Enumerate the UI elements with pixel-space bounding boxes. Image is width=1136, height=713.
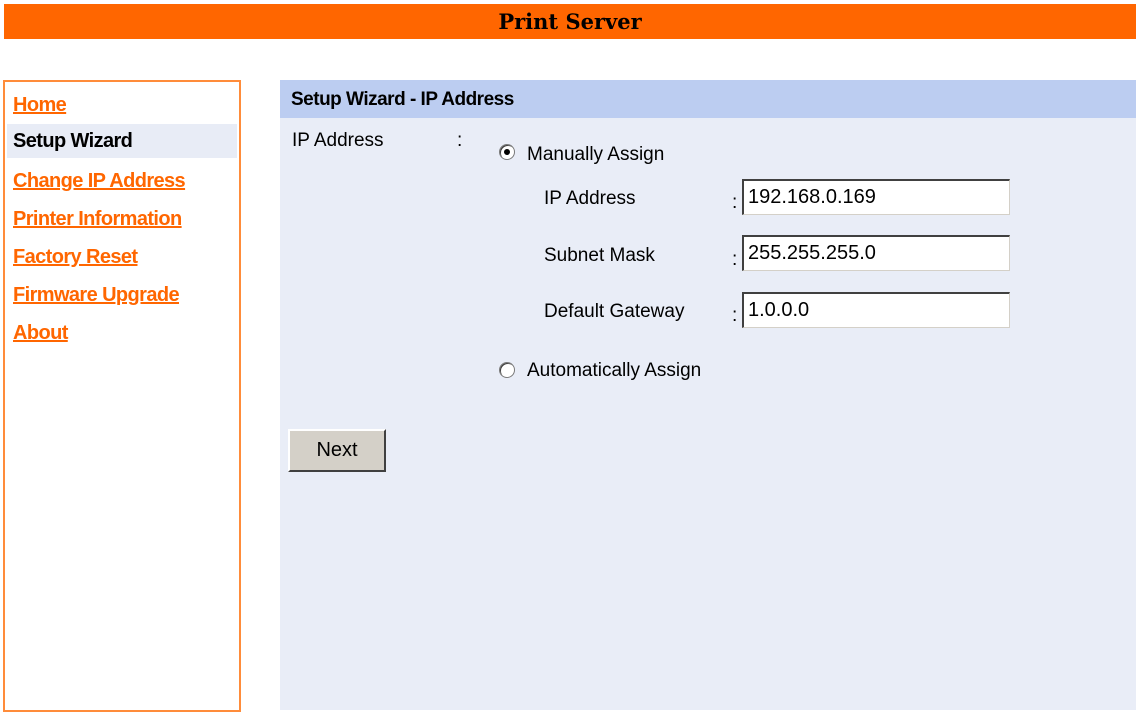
radio-selected-dot xyxy=(504,149,510,155)
manual-assign-radio[interactable] xyxy=(499,144,515,160)
panel-title: Setup Wizard - IP Address xyxy=(291,89,514,110)
ip-address-label: IP Address xyxy=(544,188,636,209)
auto-assign-radio[interactable] xyxy=(499,362,515,378)
sidebar-item-label: Setup Wizard xyxy=(13,130,133,152)
ip-address-section-label: IP Address xyxy=(292,130,384,151)
sidebar-item-firmware-upgrade[interactable]: Firmware Upgrade xyxy=(13,284,180,307)
sidebar-item-change-ip-address[interactable]: Change IP Address xyxy=(13,170,186,193)
ip-address-colon: : xyxy=(732,192,738,213)
next-button[interactable]: Next xyxy=(288,429,386,472)
page-title: Print Server xyxy=(498,9,642,34)
default-gateway-label: Default Gateway xyxy=(544,301,685,322)
subnet-mask-field[interactable] xyxy=(742,235,1010,271)
auto-assign-label[interactable]: Automatically Assign xyxy=(527,360,701,382)
ip-address-field[interactable] xyxy=(742,179,1010,215)
manual-assign-label[interactable]: Manually Assign xyxy=(527,144,664,166)
sidebar-item-home[interactable]: Home xyxy=(13,94,67,117)
subnet-mask-label: Subnet Mask xyxy=(544,245,655,266)
subnet-mask-colon: : xyxy=(732,249,738,270)
sidebar-nav: Home Setup Wizard Change IP Address Prin… xyxy=(3,80,241,712)
setup-wizard-panel: Setup Wizard - IP Address IP Address : M… xyxy=(280,80,1136,710)
sidebar-item-factory-reset[interactable]: Factory Reset xyxy=(13,246,138,269)
sidebar-item-printer-information[interactable]: Printer Information xyxy=(13,208,182,231)
sidebar-item-setup-wizard[interactable]: Setup Wizard xyxy=(7,124,237,158)
default-gateway-field[interactable] xyxy=(742,292,1010,328)
panel-title-bar: Setup Wizard - IP Address xyxy=(280,80,1136,118)
ip-address-section-colon: : xyxy=(457,130,463,151)
default-gateway-colon: : xyxy=(732,305,738,326)
page-header: Print Server xyxy=(4,4,1136,39)
sidebar-item-about[interactable]: About xyxy=(13,322,68,345)
